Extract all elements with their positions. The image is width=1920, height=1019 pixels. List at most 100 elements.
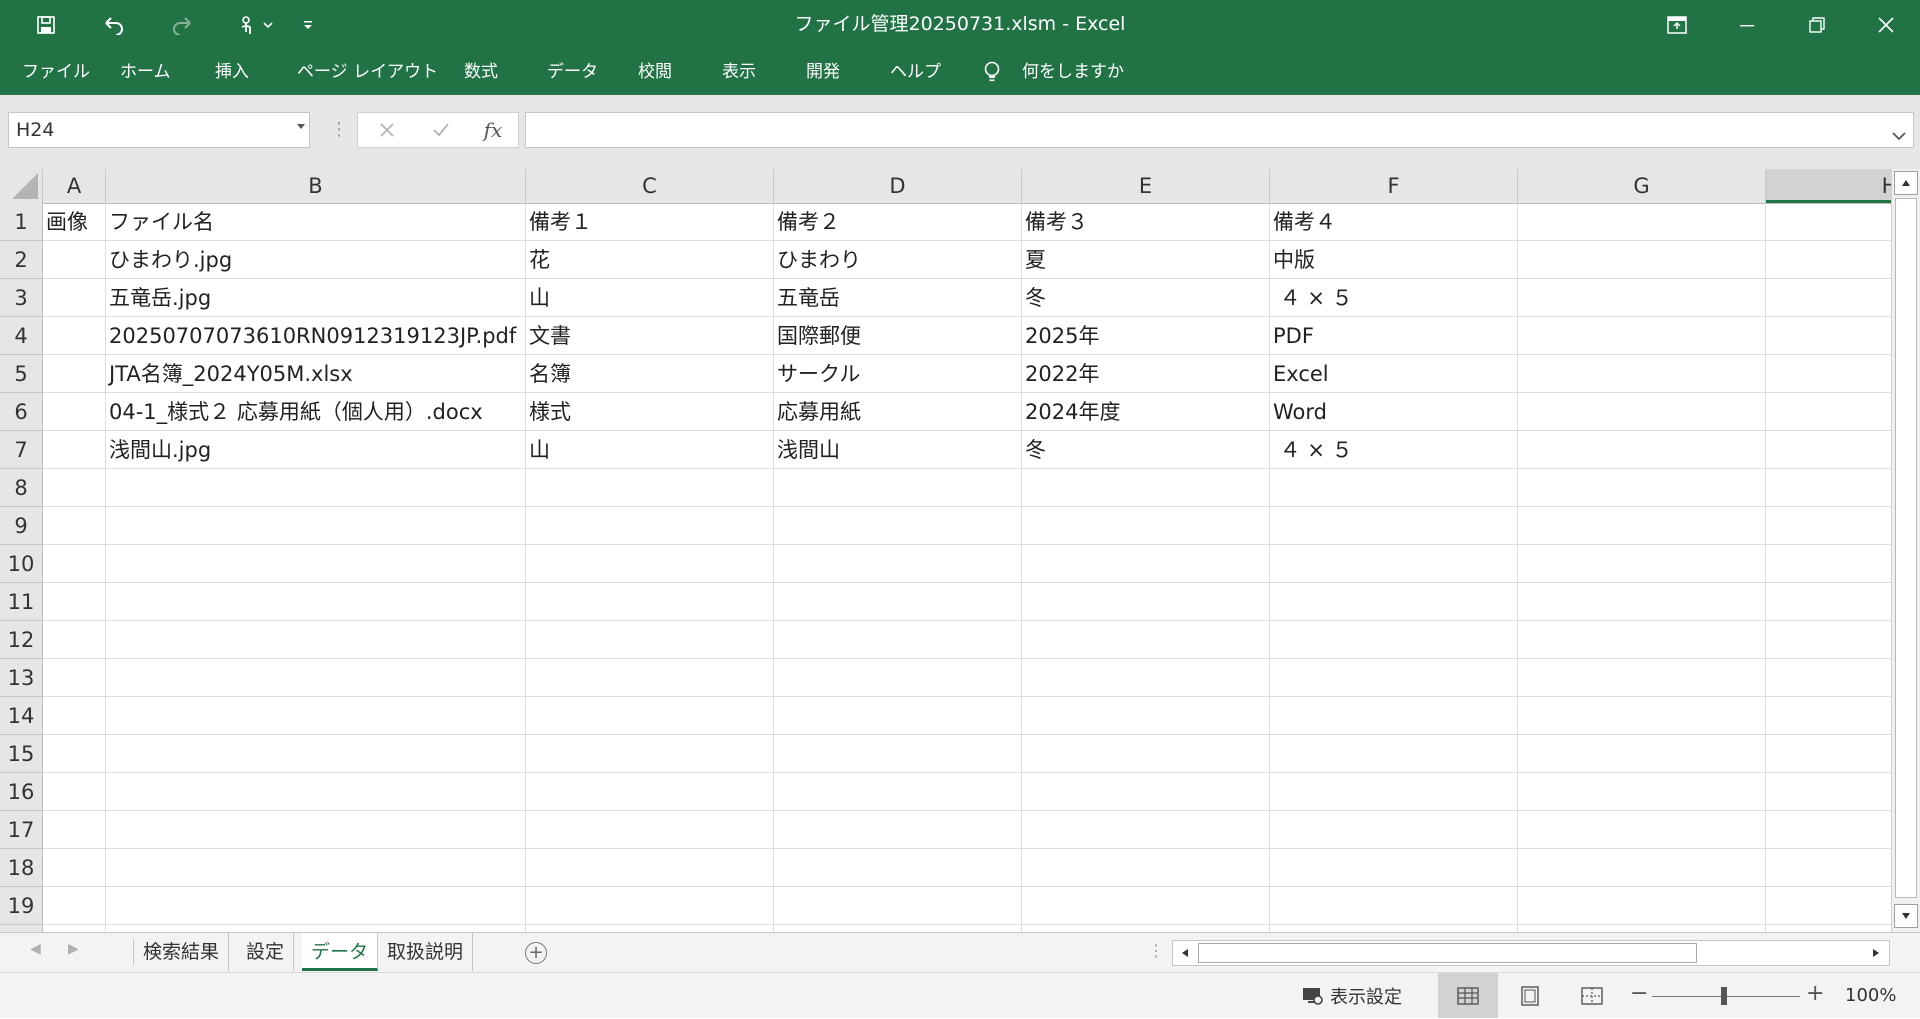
expand-formula-bar-icon[interactable] [1892,126,1913,145]
column-header-b[interactable]: B [106,169,526,203]
cell-c3[interactable]: 山 [526,279,550,317]
cell-e7[interactable]: 冬 [1022,431,1046,469]
row-header[interactable]: 14 [0,697,42,735]
column-header-e[interactable]: E [1022,169,1270,203]
cell-c5[interactable]: 名簿 [526,355,571,393]
cell-e4[interactable]: 2025年 [1022,317,1099,355]
column-header-a[interactable]: A [43,169,106,203]
touch-mode-icon[interactable] [226,0,286,49]
row-header[interactable]: 4 [0,317,42,355]
sheet-tab-search-results[interactable]: 検索結果 [134,933,230,971]
cell-d5[interactable]: サークル [774,355,860,393]
restore-icon[interactable] [1783,0,1851,49]
ribbon-display-options-icon[interactable] [1643,0,1711,49]
row-header[interactable]: 18 [0,849,42,887]
cell-d7[interactable]: 浅間山 [774,431,840,469]
cell-d4[interactable]: 国際郵便 [774,317,861,355]
cell-c7[interactable]: 山 [526,431,550,469]
row-header[interactable]: 15 [0,735,42,773]
select-all-button[interactable] [0,169,43,203]
horizontal-scrollbar[interactable] [1172,940,1890,966]
tab-developer[interactable]: 開発 [806,49,840,95]
cell-f3[interactable]: ４ × ５ [1270,279,1353,317]
zoom-level[interactable]: 100% [1845,973,1896,1019]
row-header[interactable]: 17 [0,811,42,849]
row-header[interactable]: 19 [0,887,42,925]
cell-b1[interactable]: ファイル名 [106,203,214,241]
tab-view[interactable]: 表示 [722,49,756,95]
column-header-h[interactable]: H [1766,169,1891,203]
cancel-entry-icon[interactable] [364,113,410,147]
row-header[interactable]: 8 [0,469,42,507]
row-header[interactable]: 16 [0,773,42,811]
cell-b7[interactable]: 浅間山.jpg [106,431,211,469]
row-header[interactable]: 3 [0,279,42,317]
row-header[interactable]: 13 [0,659,42,697]
zoom-slider-thumb[interactable] [1721,987,1727,1005]
cell-f6[interactable]: Word [1270,393,1327,431]
sheet-tab-instructions[interactable]: 取扱説明 [378,933,474,971]
next-sheet-icon[interactable]: ▶ [68,941,79,957]
row-header[interactable]: 6 [0,393,42,431]
cell-b6[interactable]: 04-1_様式２ 応募用紙（個人用）.docx [106,393,483,431]
cell-d1[interactable]: 備考２ [774,203,840,241]
name-box[interactable]: H24 [8,112,310,148]
column-header-f[interactable]: F [1270,169,1518,203]
cell-c1[interactable]: 備考１ [526,203,592,241]
normal-view-icon[interactable] [1438,973,1498,1018]
column-header-c[interactable]: C [526,169,774,203]
tell-me-search[interactable]: 何をしますか [1022,49,1124,95]
column-header-d[interactable]: D [774,169,1022,203]
cell-e2[interactable]: 夏 [1022,241,1046,279]
cell-d2[interactable]: ひまわり [774,241,861,279]
sheet-tab-settings[interactable]: 設定 [237,933,295,971]
display-settings-button[interactable]: 表示設定 [1302,973,1402,1019]
tab-review[interactable]: 校閲 [638,49,672,95]
page-layout-view-icon[interactable] [1500,973,1560,1018]
scroll-left-icon[interactable] [1174,942,1196,964]
tab-file[interactable]: ファイル [22,49,90,95]
close-icon[interactable] [1852,0,1920,49]
cell-c2[interactable]: 花 [526,241,550,279]
cell-area[interactable]: 画像 ファイル名 備考１ 備考２ 備考３ 備考４ ひまわり.jpg 花 ひまわり… [43,203,1891,932]
cell-d6[interactable]: 応募用紙 [774,393,861,431]
vertical-scrollbar[interactable] [1891,169,1920,932]
scroll-up-icon[interactable] [1894,171,1918,195]
column-header-g[interactable]: G [1518,169,1766,203]
prev-sheet-icon[interactable]: ◀ [30,941,41,957]
cell-b4[interactable]: 20250707073610RN0912319123JP.pdf [106,317,516,355]
row-header[interactable]: 2 [0,241,42,279]
redo-icon[interactable] [160,0,204,49]
minimize-icon[interactable] [1713,0,1781,49]
sheet-tab-data[interactable]: データ [302,933,379,971]
row-header[interactable]: 7 [0,431,42,469]
cell-c6[interactable]: 様式 [526,393,571,431]
formula-input[interactable] [525,112,1914,148]
cell-e3[interactable]: 冬 [1022,279,1046,317]
save-icon[interactable] [24,0,68,49]
cell-e1[interactable]: 備考３ [1022,203,1088,241]
confirm-entry-icon[interactable] [418,113,464,147]
tab-help[interactable]: ヘルプ [890,49,941,95]
name-box-dropdown-icon[interactable] [297,124,305,129]
cell-b2[interactable]: ひまわり.jpg [106,241,232,279]
zoom-in-icon[interactable]: + [1806,981,1824,1006]
cell-f4[interactable]: PDF [1270,317,1314,355]
undo-icon[interactable] [92,0,136,49]
row-header[interactable]: 12 [0,621,42,659]
row-header[interactable]: 10 [0,545,42,583]
cell-e6[interactable]: 2024年度 [1022,393,1120,431]
cell-d3[interactable]: 五竜岳 [774,279,840,317]
add-sheet-icon[interactable]: + [525,942,547,964]
cell-f2[interactable]: 中版 [1270,241,1315,279]
customize-qat-icon[interactable] [286,0,330,49]
row-header[interactable]: 5 [0,355,42,393]
cell-c4[interactable]: 文書 [526,317,571,355]
tab-home[interactable]: ホーム [120,49,171,95]
insert-function-icon[interactable]: fx [470,113,516,147]
zoom-out-icon[interactable]: − [1630,981,1648,1006]
page-break-preview-icon[interactable] [1562,973,1622,1018]
scroll-down-icon[interactable] [1894,904,1918,928]
scroll-right-icon[interactable] [1865,942,1887,964]
cell-b3[interactable]: 五竜岳.jpg [106,279,211,317]
